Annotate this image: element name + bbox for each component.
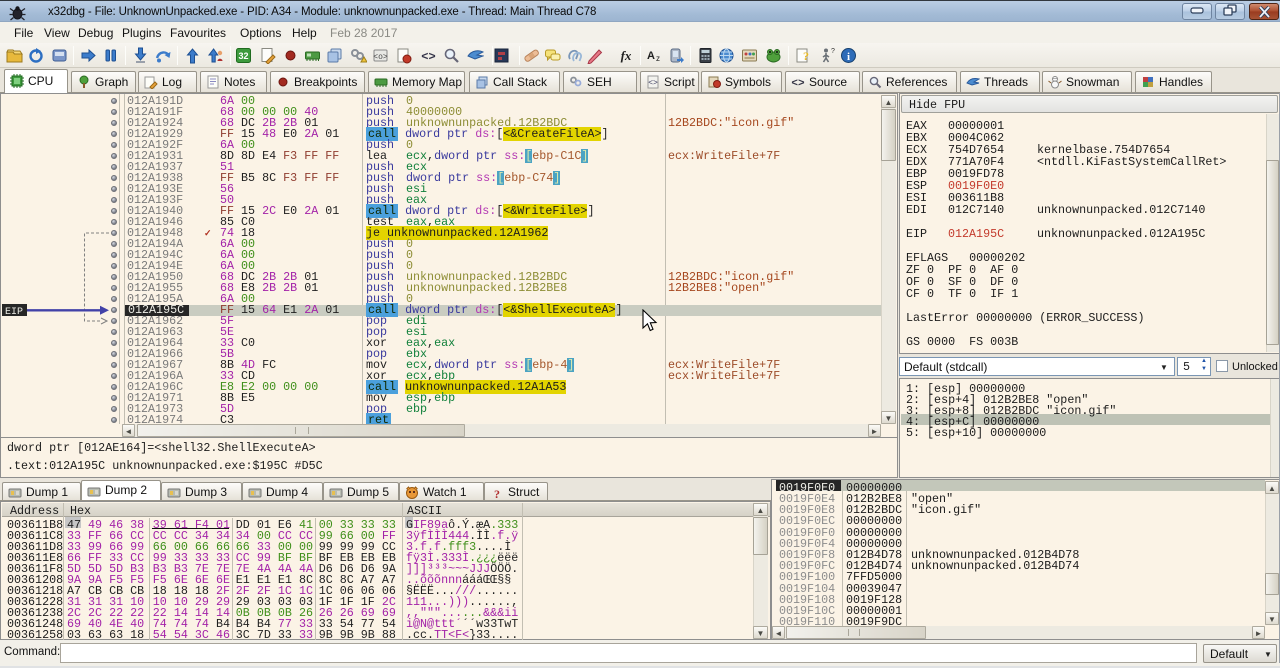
svg-text:?: ? [494,487,500,500]
svg-text:?: ? [831,48,835,55]
svg-text:<>: <> [421,50,435,64]
svg-text:fx: fx [621,48,632,63]
svg-text:i: i [847,51,850,63]
svg-text:A: A [647,50,655,62]
svg-text:32: 32 [238,51,248,61]
svg-text:EIP: EIP [5,307,23,318]
svg-text:?: ? [803,49,809,63]
svg-text:z: z [656,54,660,63]
svg-text:<>: <> [791,78,805,89]
svg-text:<>: <> [648,79,658,88]
svg-text:<o>: <o> [373,53,388,62]
